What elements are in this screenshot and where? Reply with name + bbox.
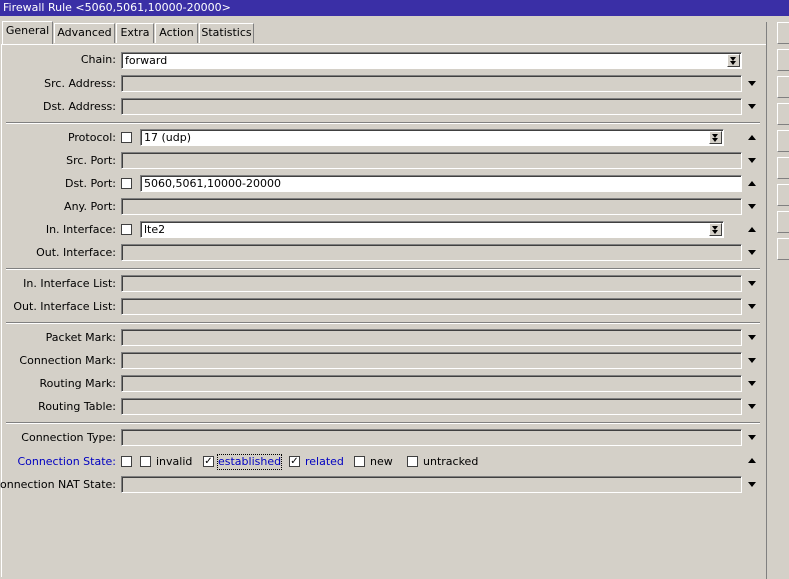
connection-nat-state-expand-icon[interactable] (748, 482, 756, 487)
src-port-expand-icon[interactable] (748, 158, 756, 163)
packet-mark-expand-icon[interactable] (748, 335, 756, 340)
panel-divider (766, 22, 767, 579)
in-interface-collapse-icon[interactable] (748, 227, 756, 232)
protocol-value: 17 (udp) (144, 131, 192, 144)
separator (6, 268, 760, 270)
out-interface-label: Out. Interface: (36, 246, 116, 259)
chain-value: forward (125, 54, 168, 67)
in-interface-value: lte2 (144, 223, 166, 236)
out-interface-expand-icon[interactable] (748, 250, 756, 255)
separator (6, 122, 760, 124)
routing-table-label: Routing Table: (38, 400, 116, 413)
out-interface-list-label: Out. Interface List: (13, 300, 116, 313)
routing-mark-label: Routing Mark: (39, 377, 116, 390)
tab-advanced[interactable]: Advanced (54, 23, 115, 43)
dst-address-field[interactable] (121, 98, 742, 115)
connection-state-negate-checkbox[interactable] (121, 456, 132, 467)
disable-button[interactable] (777, 103, 789, 125)
dst-port-collapse-icon[interactable] (748, 181, 756, 186)
chain-select[interactable]: forward (121, 52, 742, 69)
apply-button[interactable] (777, 76, 789, 98)
packet-mark-label: Packet Mark: (45, 331, 116, 344)
in-interface-list-label: In. Interface List: (23, 277, 116, 290)
routing-table-field[interactable] (121, 398, 742, 415)
connection-type-expand-icon[interactable] (748, 435, 756, 440)
src-address-label: Src. Address: (44, 77, 116, 90)
routing-mark-field[interactable] (121, 375, 742, 392)
in-interface-list-expand-icon[interactable] (748, 281, 756, 286)
copy-button[interactable] (777, 157, 789, 179)
protocol-select[interactable]: 17 (udp) (140, 129, 724, 146)
chain-label: Chain: (80, 53, 116, 66)
connection-nat-state-label: Connection NAT State: (0, 478, 116, 491)
ok-button[interactable] (777, 22, 789, 44)
out-interface-list-field[interactable] (121, 298, 742, 315)
state-new-checkbox[interactable] (354, 456, 365, 467)
dst-address-label: Dst. Address: (42, 100, 116, 113)
src-port-field[interactable] (121, 152, 742, 169)
state-untracked-checkbox[interactable] (407, 456, 418, 467)
out-interface-list-expand-icon[interactable] (748, 304, 756, 309)
connection-mark-label: Connection Mark: (19, 354, 116, 367)
any-port-expand-icon[interactable] (748, 204, 756, 209)
state-established-checkbox[interactable]: ✓ (203, 456, 214, 467)
reset-counters-button[interactable] (777, 211, 789, 233)
src-address-expand-icon[interactable] (748, 81, 756, 86)
any-port-field[interactable] (121, 198, 742, 215)
state-untracked-label: untracked (423, 455, 479, 468)
chain-dropdown-button[interactable] (727, 54, 740, 67)
routing-mark-expand-icon[interactable] (748, 381, 756, 386)
in-interface-label: In. Interface: (45, 223, 116, 236)
src-address-field[interactable] (121, 75, 742, 92)
window-title: Firewall Rule <5060,5061,10000-20000> (0, 0, 789, 16)
connection-state-collapse-icon[interactable] (748, 458, 756, 463)
dropdown-arrow-icon (730, 61, 736, 65)
state-invalid-checkbox[interactable] (140, 456, 151, 467)
tab-extra[interactable]: Extra (116, 23, 154, 43)
cancel-button[interactable] (777, 49, 789, 71)
protocol-dropdown-button[interactable] (709, 131, 722, 144)
separator (6, 322, 760, 324)
connection-state-label: Connection State: (17, 455, 116, 468)
state-new-label: new (370, 455, 393, 468)
dst-port-input[interactable]: 5060,5061,10000-20000 (140, 175, 742, 192)
src-port-label: Src. Port: (66, 154, 116, 167)
state-related-label: related (305, 455, 344, 468)
connection-type-field[interactable] (121, 429, 742, 446)
packet-mark-field[interactable] (121, 329, 742, 346)
comment-button[interactable] (777, 130, 789, 152)
state-invalid-label: invalid (156, 455, 193, 468)
protocol-label: Protocol: (67, 131, 116, 144)
in-interface-dropdown-button[interactable] (709, 223, 722, 236)
dst-port-negate-checkbox[interactable] (121, 178, 132, 189)
in-interface-list-field[interactable] (121, 275, 742, 292)
protocol-negate-checkbox[interactable] (121, 132, 132, 143)
dst-port-label: Dst. Port: (64, 177, 116, 190)
tab-statistics[interactable]: Statistics (199, 23, 254, 43)
dropdown-arrow-icon (712, 138, 718, 142)
connection-nat-state-field[interactable] (121, 476, 742, 493)
separator (6, 422, 760, 424)
connection-mark-field[interactable] (121, 352, 742, 369)
state-established-label: established (216, 454, 283, 470)
out-interface-field[interactable] (121, 244, 742, 261)
reset-all-counters-button[interactable] (777, 238, 789, 260)
protocol-collapse-icon[interactable] (748, 135, 756, 140)
connection-mark-expand-icon[interactable] (748, 358, 756, 363)
in-interface-negate-checkbox[interactable] (121, 224, 132, 235)
connection-type-label: Connection Type: (21, 431, 116, 444)
dst-address-expand-icon[interactable] (748, 104, 756, 109)
tab-action[interactable]: Action (155, 23, 198, 43)
state-related-checkbox[interactable]: ✓ (289, 456, 300, 467)
dst-port-value: 5060,5061,10000-20000 (144, 177, 281, 190)
dropdown-arrow-icon (712, 230, 718, 234)
any-port-label: Any. Port: (64, 200, 116, 213)
in-interface-select[interactable]: lte2 (140, 221, 724, 238)
tab-general[interactable]: General (2, 21, 53, 44)
remove-button[interactable] (777, 184, 789, 206)
routing-table-expand-icon[interactable] (748, 404, 756, 409)
